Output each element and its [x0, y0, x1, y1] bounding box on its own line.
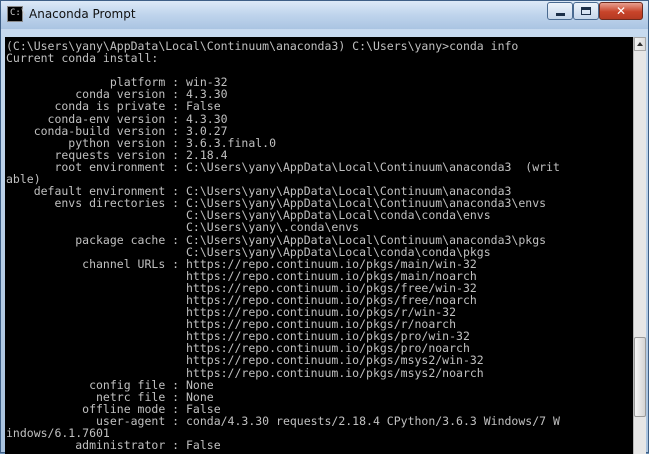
arrow-up-icon — [637, 42, 643, 46]
app-icon-text: C:\ — [10, 8, 27, 18]
console-line: Current conda install: — [6, 51, 159, 66]
window-title: Anaconda Prompt — [29, 7, 136, 21]
console-output[interactable]: (C:\Users\yany\AppData\Local\Continuum\a… — [5, 37, 633, 454]
title-bar[interactable]: C:\ Anaconda Prompt ✕ — [1, 1, 648, 29]
scroll-thumb[interactable] — [634, 337, 646, 417]
console-window: C:\ Anaconda Prompt ✕ (C:\Users\yany\App… — [0, 0, 649, 454]
cmd-console-icon[interactable]: C:\ — [7, 6, 27, 22]
maximize-button[interactable] — [573, 2, 599, 20]
scroll-up-button[interactable] — [634, 37, 646, 51]
close-button[interactable]: ✕ — [599, 2, 643, 20]
close-icon: ✕ — [615, 4, 627, 18]
console-text: (C:\Users\yany\AppData\Local\Continuum\a… — [5, 37, 633, 451]
minimize-button[interactable] — [547, 2, 573, 20]
vertical-scrollbar[interactable] — [633, 37, 646, 454]
console-line: administrator : False — [6, 438, 221, 453]
minimize-icon — [556, 13, 565, 16]
console-line: root environment : C:\Users\yany\AppData… — [6, 159, 560, 174]
maximize-icon — [581, 7, 591, 15]
